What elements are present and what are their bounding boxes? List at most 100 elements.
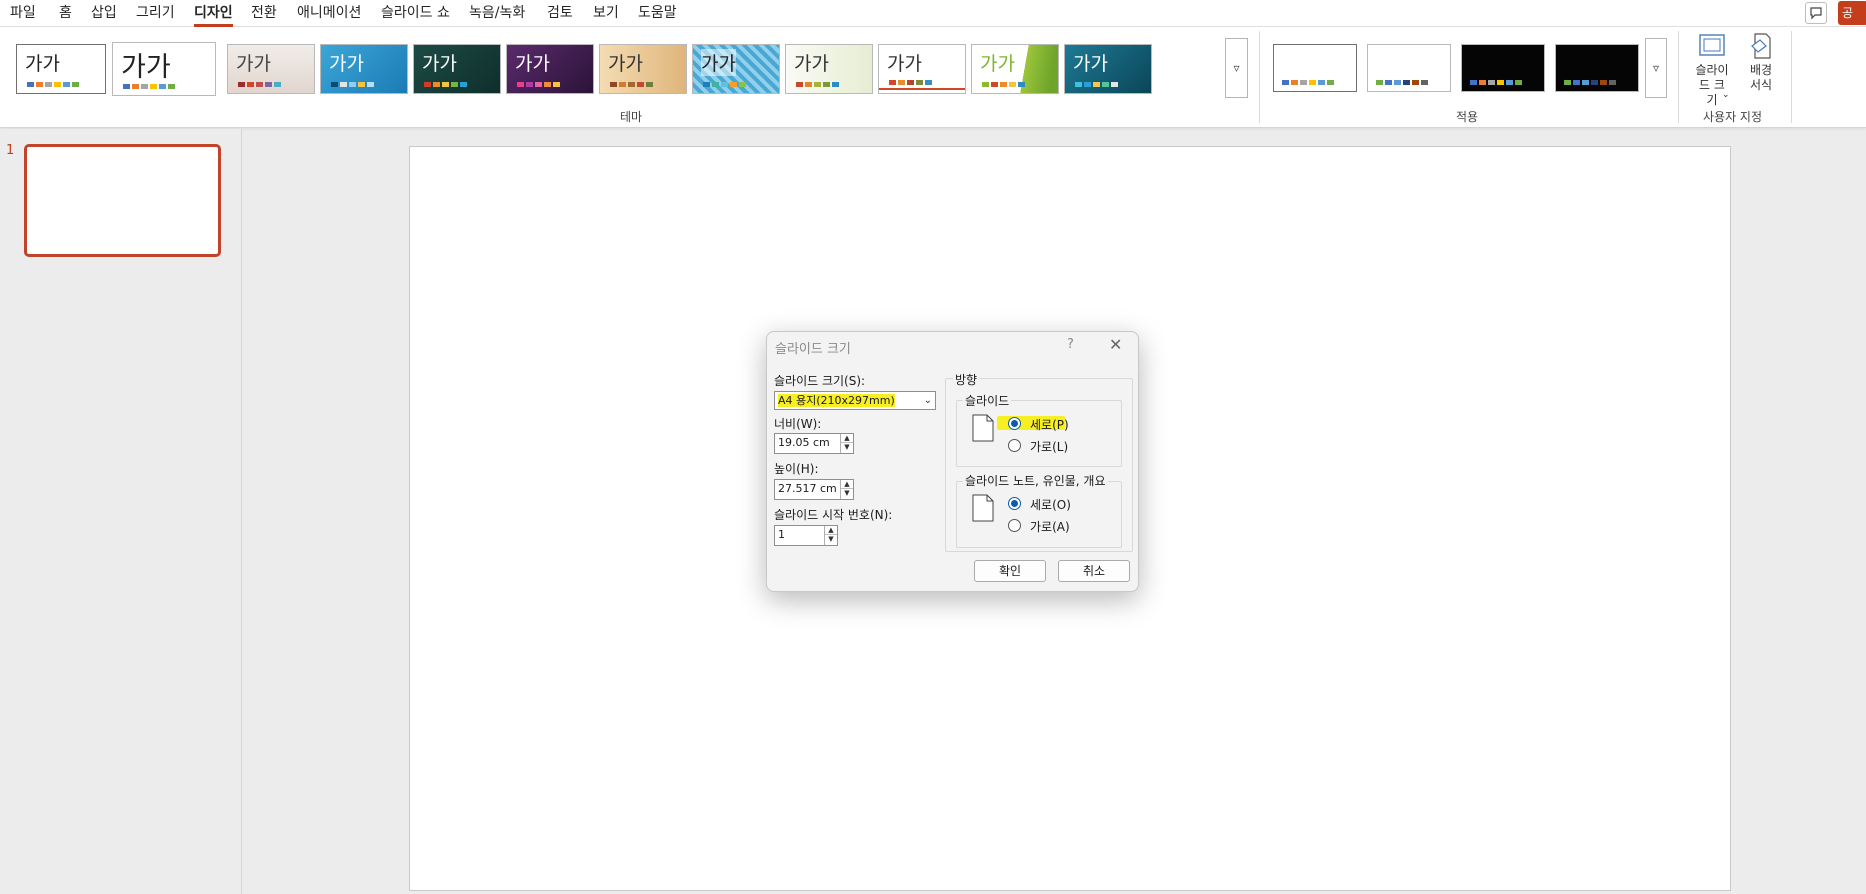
start-number-stepper[interactable]: ▲ ▼ bbox=[824, 526, 837, 545]
group-separator bbox=[1791, 31, 1792, 123]
notes-group-label: 슬라이드 노트, 유인물, 개요 bbox=[963, 472, 1108, 489]
ok-button[interactable]: 확인 bbox=[974, 560, 1046, 582]
slide-thumbnail[interactable] bbox=[24, 144, 221, 257]
slide-size-select[interactable]: A4 용지(210x297mm) ⌄ bbox=[774, 391, 936, 410]
more-icon: ▿ bbox=[1233, 61, 1240, 75]
theme-office-2[interactable]: 가가 bbox=[112, 42, 216, 96]
themes-more-button[interactable]: ▿ bbox=[1225, 38, 1248, 98]
tab-record[interactable]: 녹음/녹화 bbox=[469, 3, 525, 25]
close-icon[interactable]: ✕ bbox=[1109, 335, 1122, 354]
width-input[interactable]: 19.05 cm ▲ ▼ bbox=[774, 433, 854, 454]
theme-wood[interactable]: 가가 bbox=[599, 44, 687, 94]
height-input[interactable]: 27.517 cm ▲ ▼ bbox=[774, 479, 854, 500]
notes-portrait-radio[interactable] bbox=[1008, 497, 1021, 510]
theme-sample-text: 가가 bbox=[121, 52, 171, 83]
share-button[interactable]: 공 bbox=[1838, 1, 1866, 25]
tab-draw[interactable]: 그리기 bbox=[136, 3, 175, 25]
variant-4[interactable] bbox=[1555, 44, 1639, 92]
theme-celestial[interactable]: 가가 bbox=[506, 44, 594, 94]
variant-3[interactable] bbox=[1461, 44, 1545, 92]
theme-sample-text: 가가 bbox=[980, 53, 1015, 75]
theme-sample-text: 가가 bbox=[25, 53, 60, 75]
variants-group-label: 적용 bbox=[1456, 110, 1479, 124]
tab-slideshow[interactable]: 슬라이드 쇼 bbox=[381, 3, 450, 25]
theme-ion-boardroom[interactable]: 가가 bbox=[1064, 44, 1152, 94]
slide-size-label: 슬라이드 크기 bbox=[1695, 63, 1729, 107]
slide-size-dialog: 슬라이드 크기 ? ✕ 슬라이드 크기(S): A4 용지(210x297mm)… bbox=[766, 331, 1139, 592]
tab-animations[interactable]: 애니메이션 bbox=[297, 3, 361, 25]
portrait-page-icon bbox=[972, 494, 994, 522]
comments-button[interactable] bbox=[1805, 2, 1827, 24]
theme-sample-text: 가가 bbox=[236, 53, 271, 75]
theme-ion[interactable]: 가가 bbox=[320, 44, 408, 94]
customize-group-label: 사용자 지정 bbox=[1703, 110, 1763, 124]
theme-sample-text: 가가 bbox=[608, 53, 643, 75]
start-number-value: 1 bbox=[778, 528, 785, 541]
slides-landscape-radio[interactable] bbox=[1008, 439, 1021, 452]
chevron-down-icon: ⌄ bbox=[923, 395, 932, 406]
comment-icon bbox=[1810, 7, 1822, 20]
more-icon: ▿ bbox=[1652, 61, 1660, 75]
help-button[interactable]: ? bbox=[1067, 337, 1074, 352]
tab-view[interactable]: 보기 bbox=[593, 3, 619, 25]
height-label: 높이(H): bbox=[774, 462, 819, 476]
width-value: 19.05 cm bbox=[778, 436, 830, 449]
theme-organic[interactable]: 가가 bbox=[413, 44, 501, 94]
start-number-input[interactable]: 1 ▲ ▼ bbox=[774, 525, 838, 546]
slide-number: 1 bbox=[6, 143, 15, 158]
slides-group-label: 슬라이드 bbox=[963, 392, 1012, 409]
tab-help[interactable]: 도움말 bbox=[638, 3, 677, 25]
tab-review[interactable]: 검토 bbox=[547, 3, 573, 25]
theme-office[interactable]: 가가 bbox=[16, 44, 106, 94]
tab-home[interactable]: 홈 bbox=[59, 3, 72, 25]
tab-design[interactable]: 디자인 bbox=[194, 3, 233, 27]
width-stepper[interactable]: ▲ ▼ bbox=[840, 434, 853, 453]
slides-portrait-label: 세로(P) bbox=[1030, 418, 1069, 432]
theme-facet-green[interactable]: 가가 bbox=[971, 44, 1059, 94]
theme-retrospect[interactable]: 가가 bbox=[785, 44, 873, 94]
theme-sample-text: 가가 bbox=[515, 53, 550, 75]
chevron-down-icon: ⌄ bbox=[1722, 90, 1730, 100]
width-label: 너비(W): bbox=[774, 417, 822, 431]
slide-size-button[interactable]: 슬라이드 크기 ⌄ bbox=[1684, 32, 1740, 107]
notes-landscape-label: 가로(A) bbox=[1030, 520, 1070, 534]
theme-sample-text: 가가 bbox=[422, 53, 457, 75]
start-number-label: 슬라이드 시작 번호(N): bbox=[774, 508, 893, 522]
format-background-label: 배경 서식 bbox=[1749, 63, 1773, 92]
slides-portrait-radio[interactable] bbox=[1008, 417, 1021, 430]
ribbon: 가가 가가 가가 가가 가가 가가 가가 가가 가가 가가 가가 가가 ▿ 테마… bbox=[0, 27, 1866, 128]
slide-size-value: A4 용지(210x297mm) bbox=[778, 394, 895, 407]
orientation-label: 방향 bbox=[953, 371, 980, 388]
theme-sample-text: 가가 bbox=[701, 49, 736, 76]
theme-sample-text: 가가 bbox=[794, 53, 829, 75]
group-separator bbox=[1678, 31, 1679, 123]
notes-landscape-radio[interactable] bbox=[1008, 519, 1021, 532]
slide-size-field-label: 슬라이드 크기(S): bbox=[774, 374, 866, 388]
format-background-button[interactable]: 배경 서식 bbox=[1735, 32, 1787, 102]
format-background-icon bbox=[1746, 32, 1776, 60]
height-stepper[interactable]: ▲ ▼ bbox=[840, 480, 853, 499]
theme-sample-text: 가가 bbox=[1073, 53, 1108, 75]
variant-1[interactable] bbox=[1273, 44, 1357, 92]
themes-group-label: 테마 bbox=[620, 110, 643, 124]
tab-transitions[interactable]: 전환 bbox=[251, 3, 277, 25]
slides-landscape-label: 가로(L) bbox=[1030, 440, 1069, 454]
variants-more-button[interactable]: ▿ bbox=[1645, 38, 1667, 98]
portrait-page-icon bbox=[972, 414, 994, 442]
menu-bar: 파일 홈 삽입 그리기 디자인 전환 애니메이션 슬라이드 쇼 녹음/녹화 검토… bbox=[0, 0, 1866, 27]
notes-portrait-label: 세로(O) bbox=[1030, 498, 1071, 512]
slide-thumbnail-pane: 1 bbox=[0, 129, 242, 894]
slide-size-icon bbox=[1697, 32, 1727, 60]
cancel-button[interactable]: 취소 bbox=[1058, 560, 1130, 582]
height-value: 27.517 cm bbox=[778, 482, 837, 495]
variant-2[interactable] bbox=[1367, 44, 1451, 92]
theme-sample-text: 가가 bbox=[329, 53, 364, 75]
theme-pattern[interactable]: 가가 bbox=[692, 44, 780, 94]
tab-file[interactable]: 파일 bbox=[10, 3, 36, 25]
theme-sample-text: 가가 bbox=[887, 53, 922, 75]
theme-slice[interactable]: 가가 bbox=[878, 44, 966, 94]
share-label: 공 bbox=[1842, 6, 1854, 20]
tab-insert[interactable]: 삽입 bbox=[91, 3, 117, 25]
theme-facet[interactable]: 가가 bbox=[227, 44, 315, 94]
dialog-title: 슬라이드 크기 bbox=[775, 342, 851, 357]
